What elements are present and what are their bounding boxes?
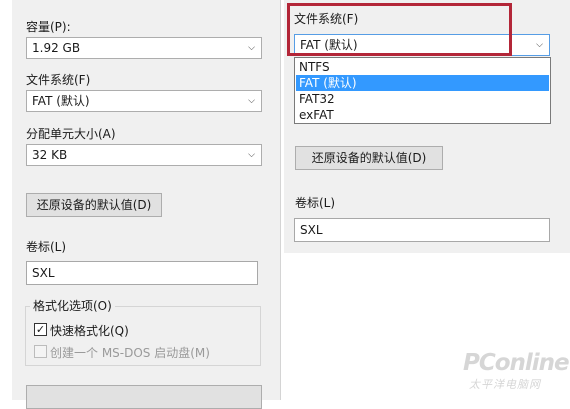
restore-defaults-button[interactable]: 还原设备的默认值(D)	[26, 193, 162, 217]
filesystem-combo[interactable]: FAT (默认) ⌵	[26, 90, 262, 112]
capacity-value: 1.92 GB	[32, 41, 81, 55]
dropdown-option-fat32[interactable]: FAT32	[296, 91, 549, 107]
alloc-unit-combo[interactable]: 32 KB ⌵	[26, 144, 262, 166]
volume-label-right: 卷标(L)	[295, 196, 336, 210]
highlight-box	[287, 3, 512, 56]
volume-input-right[interactable]: SXL	[294, 218, 550, 242]
format-options-title: 格式化选项(O)	[30, 297, 115, 314]
quick-format-label: 快速格式化(Q)	[50, 324, 129, 338]
start-button[interactable]	[26, 385, 262, 409]
chevron-down-icon: ⌵	[248, 43, 255, 53]
volume-input[interactable]: SXL	[26, 261, 258, 285]
alloc-unit-label: 分配单元大小(A)	[26, 127, 116, 141]
dropdown-option-fat[interactable]: FAT (默认)	[296, 75, 549, 91]
filesystem-dropdown-list: NTFS FAT (默认) FAT32 exFAT	[294, 57, 551, 124]
dropdown-option-exfat[interactable]: exFAT	[296, 107, 549, 123]
watermark-logo: PConline 太平洋电脑网	[463, 350, 570, 394]
alloc-unit-value: 32 KB	[32, 148, 68, 162]
chevron-down-icon: ⌵	[248, 150, 255, 160]
chevron-down-icon: ⌵	[536, 40, 543, 50]
filesystem-value: FAT (默认)	[32, 94, 90, 108]
capacity-combo[interactable]: 1.92 GB ⌵	[26, 37, 262, 59]
quick-format-checkbox[interactable]: ✓	[34, 323, 47, 336]
format-dialog-left: 容量(P): 1.92 GB ⌵ 文件系统(F) FAT (默认) ⌵ 分配单元…	[12, 0, 281, 409]
restore-defaults-button-right[interactable]: 还原设备的默认值(D)	[295, 146, 443, 170]
watermark-sub: 太平洋电脑网	[469, 378, 541, 391]
chevron-down-icon: ⌵	[248, 96, 255, 106]
filesystem-label: 文件系统(F)	[26, 73, 91, 87]
volume-label: 卷标(L)	[26, 240, 67, 254]
watermark-brand: PConline	[463, 350, 570, 376]
msdos-boot-checkbox	[34, 345, 47, 358]
capacity-label: 容量(P):	[26, 20, 71, 34]
checkmark-icon: ✓	[35, 323, 46, 336]
dropdown-option-ntfs[interactable]: NTFS	[296, 59, 549, 75]
msdos-boot-label: 创建一个 MS-DOS 启动盘(M)	[50, 346, 210, 360]
